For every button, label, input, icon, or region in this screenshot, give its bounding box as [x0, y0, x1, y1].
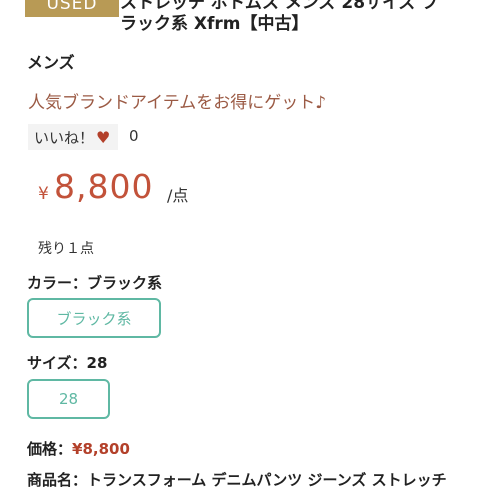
- heart-icon: ♥: [96, 127, 111, 147]
- per-unit-label: /点: [167, 186, 189, 205]
- detail-name-key: 商品名：: [27, 471, 88, 489]
- like-label: いいね！: [34, 128, 95, 147]
- currency-symbol: ¥: [38, 184, 49, 204]
- color-option-button[interactable]: ブラック系: [27, 298, 161, 338]
- like-button[interactable]: いいね！ ♥: [28, 124, 119, 150]
- detail-name-row: 商品名：トランスフォーム デニムパンツ ジーンズ ストレッチ: [27, 469, 447, 490]
- size-option-button[interactable]: 28: [27, 379, 110, 419]
- price-value: 8,800: [54, 167, 154, 206]
- stock-remaining: 残り１点: [38, 241, 94, 257]
- detail-price-key: 価格：: [27, 440, 73, 458]
- detail-price-value: ¥8,800: [72, 440, 130, 458]
- product-title-line-1: ストレッチ ボトムス メンズ 28サイズ ブ: [120, 0, 439, 13]
- promo-text: 人気ブランドアイテムをお得にゲット♪: [28, 93, 327, 113]
- size-option-label: サイズ：28: [27, 354, 108, 372]
- detail-name-value: トランスフォーム デニムパンツ ジーンズ ストレッチ: [87, 471, 447, 489]
- gender-label: メンズ: [27, 53, 75, 72]
- detail-price-row: 価格：¥8,800: [27, 438, 130, 459]
- like-count: 0: [129, 127, 139, 145]
- used-badge: USED: [25, 0, 119, 17]
- product-title-line-2: ラック系 Xfrm【中古】: [120, 14, 309, 34]
- color-option-label: カラー：ブラック系: [27, 274, 163, 292]
